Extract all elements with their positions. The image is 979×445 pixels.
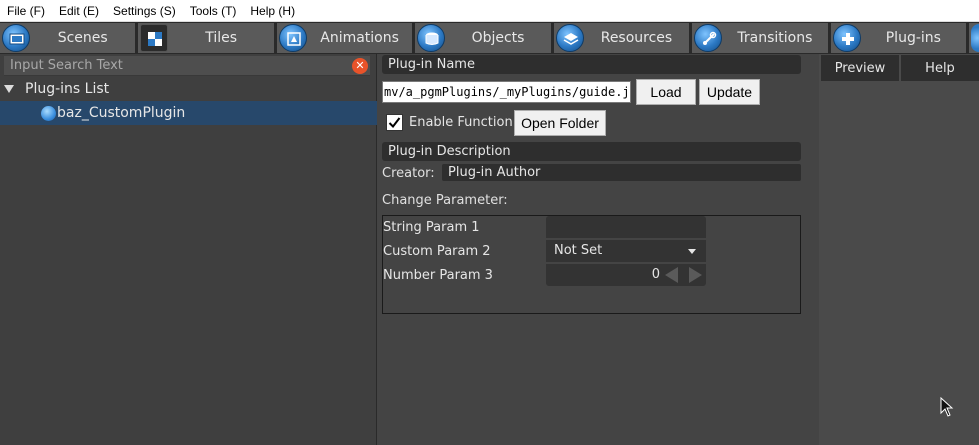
tab-label: Tiles <box>205 30 238 46</box>
tab-transitions[interactable]: Transitions <box>692 23 828 53</box>
tab-label: Animations <box>320 30 399 46</box>
chevron-down-icon <box>688 249 696 254</box>
enable-function-label: Enable Function <box>409 115 513 130</box>
menu-file[interactable]: File (F) <box>0 0 52 22</box>
plugin-name-header: Plug-in Name <box>382 55 801 74</box>
tab-scenes[interactable]: Scenes <box>0 23 136 53</box>
clear-search-icon[interactable]: ✕ <box>352 58 368 74</box>
creator-label: Creator: <box>382 166 435 181</box>
search-placeholder: Input Search Text <box>10 58 123 73</box>
menu-bar: File (F) Edit (E) Settings (S) Tools (T)… <box>0 0 979 22</box>
resources-icon <box>555 24 584 52</box>
plugin-description-header: Plug-in Description <box>382 142 801 161</box>
tab-label: Resources <box>600 30 673 46</box>
search-input[interactable]: Input Search Text ✕ <box>4 56 370 76</box>
param-label-string: String Param 1 <box>383 220 480 235</box>
update-button[interactable]: Update <box>699 79 760 105</box>
tab-label: Transitions <box>737 30 813 46</box>
plugin-path-field[interactable]: mv/a_pgmPlugins/_myPlugins/guide.js <box>382 81 631 103</box>
menu-settings[interactable]: Settings (S) <box>106 0 183 22</box>
enable-function-checkbox[interactable] <box>386 114 403 131</box>
mouse-cursor-icon <box>940 397 954 417</box>
param-label-number: Number Param 3 <box>383 268 493 283</box>
number-param-value: 0 <box>651 267 660 282</box>
tab-label: Scenes <box>57 30 108 46</box>
menu-edit[interactable]: Edit (E) <box>52 0 106 22</box>
plugin-item-label: baz_CustomPlugin <box>57 105 186 121</box>
custom-param-value: Not Set <box>554 243 603 258</box>
tab-resources[interactable]: Resources <box>553 23 690 53</box>
tab-preview[interactable]: Preview <box>821 55 899 81</box>
tab-objects[interactable]: Objects <box>415 23 551 53</box>
tree-root-label: Plug-ins List <box>25 81 110 97</box>
expand-caret-icon[interactable] <box>4 85 14 93</box>
scenes-icon <box>2 24 30 52</box>
plugin-icon <box>41 105 56 121</box>
tab-tiles[interactable]: Tiles <box>138 23 274 53</box>
tab-label: Objects <box>471 30 525 46</box>
tab-overflow[interactable] <box>969 23 979 53</box>
custom-param-select[interactable]: Not Set <box>546 240 706 262</box>
checkmark-icon <box>388 117 401 129</box>
menu-tools[interactable]: Tools (T) <box>183 0 244 22</box>
open-folder-button[interactable]: Open Folder <box>514 110 606 136</box>
plugin-list-item[interactable]: baz_CustomPlugin <box>0 101 377 125</box>
plugin-list-panel: Input Search Text ✕ Plug-ins List baz_Cu… <box>0 54 377 445</box>
string-param-input[interactable] <box>546 216 706 238</box>
overflow-tab-icon <box>971 24 979 52</box>
plugin-author-field: Plug-in Author <box>442 164 801 181</box>
load-button[interactable]: Load <box>636 79 696 105</box>
menu-help[interactable]: Help (H) <box>243 0 302 22</box>
plugin-detail-panel: Plug-in Name mv/a_pgmPlugins/_myPlugins/… <box>378 54 818 445</box>
number-param-stepper[interactable]: 0 <box>546 264 706 286</box>
preview-help-panel: Preview Help <box>819 54 979 445</box>
transitions-icon <box>694 24 723 52</box>
main-tab-bar: Scenes Tiles Animations Objects Resource… <box>0 22 979 54</box>
tiles-icon <box>140 24 169 52</box>
param-label-custom: Custom Param 2 <box>383 244 491 259</box>
tab-label: Plug-ins <box>885 30 941 46</box>
plugins-list-root[interactable]: Plug-ins List <box>0 78 377 100</box>
plugins-icon <box>832 24 861 52</box>
tab-plugins[interactable]: Plug-ins <box>830 23 967 53</box>
parameters-box: String Param 1 Custom Param 2 Not Set Nu… <box>382 215 801 314</box>
objects-icon <box>417 24 446 52</box>
animations-icon <box>278 24 307 52</box>
tab-help[interactable]: Help <box>901 55 979 81</box>
decrement-arrow-icon[interactable] <box>665 267 678 283</box>
change-parameter-label: Change Parameter: <box>382 193 508 208</box>
tab-animations[interactable]: Animations <box>276 23 413 53</box>
increment-arrow-icon[interactable] <box>689 267 702 283</box>
